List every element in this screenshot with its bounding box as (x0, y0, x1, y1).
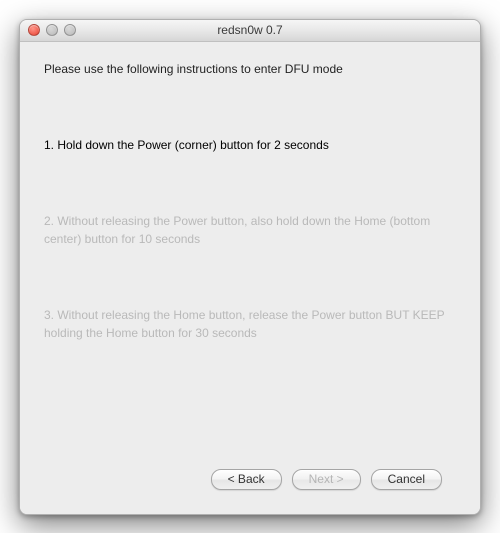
step-2: 2. Without releasing the Power button, a… (44, 212, 456, 248)
window-title: redsn0w 0.7 (20, 23, 480, 37)
titlebar[interactable]: redsn0w 0.7 (20, 20, 480, 42)
close-icon[interactable] (28, 24, 40, 36)
step-1: 1. Hold down the Power (corner) button f… (44, 136, 456, 154)
app-window: redsn0w 0.7 Please use the following ins… (19, 19, 481, 515)
back-button[interactable]: < Back (211, 469, 282, 490)
content-area: Please use the following instructions to… (20, 42, 480, 514)
step-3: 3. Without releasing the Home button, re… (44, 306, 456, 342)
cancel-button[interactable]: Cancel (371, 469, 442, 490)
zoom-icon (64, 24, 76, 36)
traffic-lights (28, 24, 76, 36)
intro-text: Please use the following instructions to… (44, 62, 456, 76)
minimize-icon (46, 24, 58, 36)
button-row: < Back Next > Cancel (44, 457, 456, 504)
next-button: Next > (292, 469, 361, 490)
